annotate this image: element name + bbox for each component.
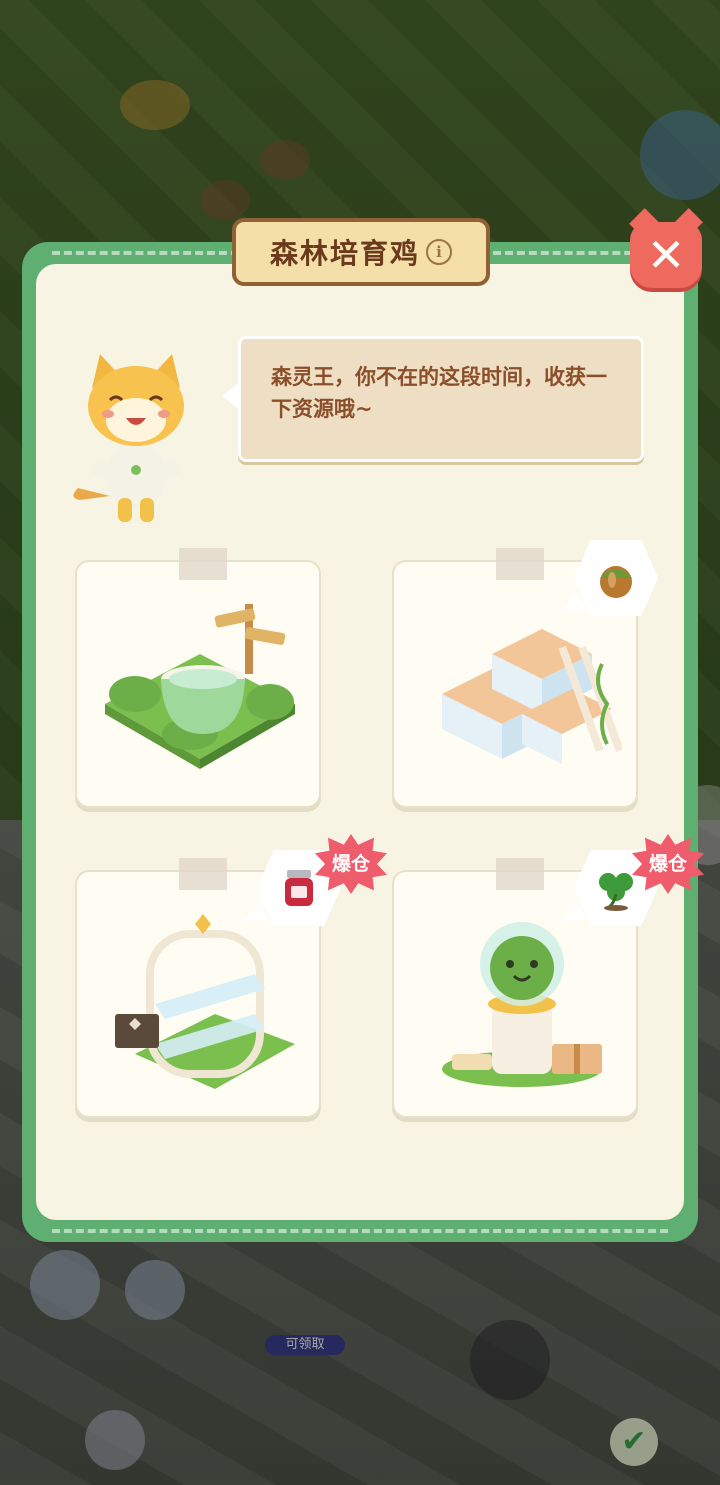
overflow-badge: 爆仓 [632, 834, 704, 894]
card-tape [496, 858, 544, 890]
close-icon[interactable]: ✕ [630, 222, 702, 288]
building-card-glass-shelf[interactable]: 爆仓 [75, 834, 387, 1118]
panel-stitch [52, 1229, 668, 1233]
overflow-badge-label: 爆仓 [331, 853, 370, 875]
card-tape [496, 548, 544, 580]
card-tape [179, 858, 227, 890]
speech-bubble: 森灵王，你不在的这段时间，收获一下资源哦~ [238, 336, 644, 462]
building-card-crate-stack[interactable] [392, 540, 658, 808]
acorn-resource-bubble [556, 540, 658, 620]
card-tape [179, 548, 227, 580]
title-plate: 森林培育鸡 i [232, 218, 490, 286]
speech-text: 森灵王，你不在的这段时间，收获一下资源哦~ [271, 365, 607, 421]
cat-npc-illustration [73, 354, 184, 522]
overflow-badge: 爆仓 [315, 834, 387, 894]
acorn-icon [600, 566, 632, 598]
pond-garden-illustration [105, 604, 295, 769]
overflow-badge-label: 爆仓 [648, 853, 687, 875]
panel-title: 森林培育鸡 [269, 237, 420, 270]
close-button[interactable]: ✕ [630, 222, 702, 288]
building-card-moss-statue[interactable]: 爆仓 [392, 834, 704, 1118]
info-icon[interactable]: i [426, 239, 452, 265]
building-card-pond-garden[interactable] [75, 548, 321, 808]
